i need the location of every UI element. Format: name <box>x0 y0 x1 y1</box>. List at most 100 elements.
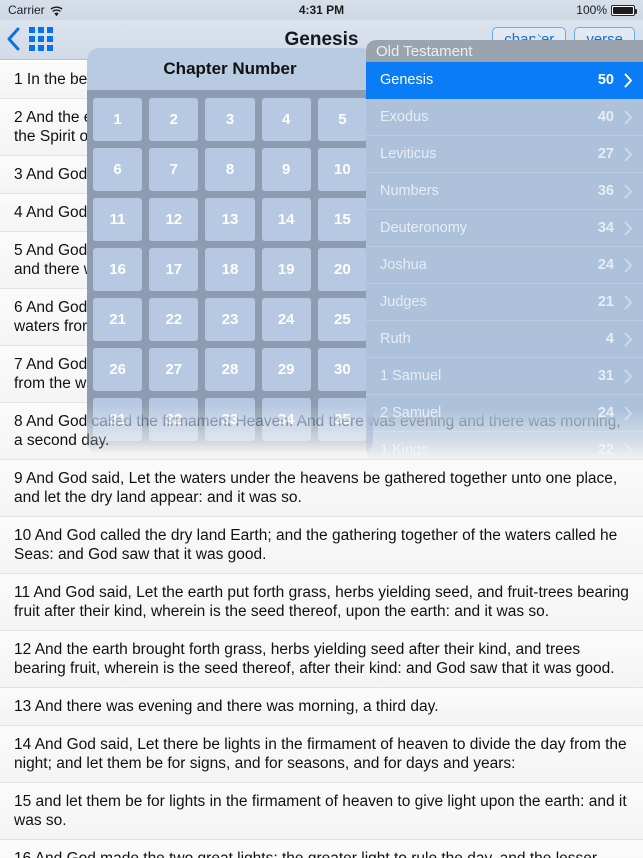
chapter-cell[interactable]: 32 <box>149 398 199 441</box>
book-name-label: Ruth <box>380 331 411 347</box>
book-name-label: 2 Samuel <box>380 405 442 421</box>
chapter-cell[interactable]: 23 <box>205 298 255 341</box>
book-row[interactable]: 1 Samuel 31 <box>366 358 643 395</box>
chapter-cell[interactable]: 7 <box>149 148 199 191</box>
book-row[interactable]: Joshua 24 <box>366 247 643 284</box>
book-chapter-count: 31 <box>597 368 614 384</box>
chapter-cell[interactable]: 19 <box>261 248 311 291</box>
book-row[interactable]: Ruth 4 <box>366 321 643 358</box>
chapter-cell[interactable]: 15 <box>317 198 367 241</box>
chevron-right-icon <box>624 147 633 162</box>
book-name-label: 1 Kings <box>380 442 429 458</box>
chevron-right-icon <box>624 443 633 458</box>
book-name-label: 1 Samuel <box>380 368 442 384</box>
chapter-cell[interactable]: 35 <box>317 398 367 441</box>
book-chapter-count: 4 <box>605 331 614 347</box>
chapter-cell[interactable]: 5 <box>317 98 367 141</box>
book-chapter-count: 24 <box>597 405 614 421</box>
chapter-cell[interactable]: 17 <box>149 248 199 291</box>
clock-label: 4:31 PM <box>298 3 345 17</box>
chapter-cell[interactable]: 22 <box>149 298 199 341</box>
chapter-cell[interactable]: 18 <box>205 248 255 291</box>
chapter-cell[interactable]: 26 <box>93 348 143 391</box>
book-name-label: Genesis <box>380 72 434 88</box>
chapter-cell[interactable]: 29 <box>261 348 311 391</box>
chapter-grid-container: 1 2 3 4 5 6 7 8 9 10 11 12 13 14 15 16 17 18 19 20 21 22 23 24 2… <box>87 90 373 454</box>
book-name-label: Judges <box>380 294 427 310</box>
battery-full-icon <box>611 4 637 16</box>
verse-row[interactable]: 14 And God said, Let there be lights in … <box>0 726 643 783</box>
chapter-cell[interactable]: 13 <box>205 198 255 241</box>
chevron-right-icon <box>624 295 633 310</box>
chapter-cell[interactable]: 10 <box>317 148 367 191</box>
book-list-popover[interactable]: Old Testament Genesis 50 Exodus 40 Leviticus… <box>366 40 643 460</box>
chapter-cell[interactable]: 2 <box>149 98 199 141</box>
book-chapter-count: 50 <box>597 72 614 88</box>
chevron-right-icon <box>624 406 633 421</box>
chapter-cell[interactable]: 16 <box>93 248 143 291</box>
battery-percent-label: 100% <box>576 3 607 17</box>
chevron-right-icon <box>624 221 633 236</box>
chevron-right-icon <box>624 73 633 88</box>
book-name-label: Numbers <box>380 183 439 199</box>
chapter-cell[interactable]: 33 <box>205 398 255 441</box>
verse-row[interactable]: 9 And God said, Let the waters under the… <box>0 460 643 517</box>
chapter-cell[interactable]: 24 <box>261 298 311 341</box>
chapter-cell[interactable]: 4 <box>261 98 311 141</box>
chapter-cell[interactable]: 8 <box>205 148 255 191</box>
chapter-cell[interactable]: 9 <box>261 148 311 191</box>
chapter-cell[interactable]: 3 <box>205 98 255 141</box>
app-screen: Carrier 4:31 PM 100% Genesis 1 In the 2 … <box>0 0 643 858</box>
book-chapter-count: 21 <box>597 294 614 310</box>
chapter-cell[interactable]: 11 <box>93 198 143 241</box>
chapter-grid[interactable]: 1 2 3 4 5 6 7 8 9 10 11 12 13 14 15 16 17 18 19 20 21 22 23 24 2… <box>93 98 367 441</box>
chapter-cell[interactable]: 28 <box>205 348 255 391</box>
book-name-label: Leviticus <box>380 146 437 162</box>
book-row[interactable]: Leviticus 27 <box>366 136 643 173</box>
verse-row[interactable]: 13 And there was evening and there was m… <box>0 688 643 726</box>
chapter-cell[interactable]: 27 <box>149 348 199 391</box>
book-row[interactable]: Numbers 36 <box>366 173 643 210</box>
verse-row[interactable]: 11 And God said, Let the earth put forth… <box>0 574 643 631</box>
verse-row[interactable]: 10 And God called the dry land Earth; an… <box>0 517 643 574</box>
chapter-cell[interactable]: 6 <box>93 148 143 191</box>
book-list-header: Old Testament <box>366 40 643 62</box>
book-chapter-count: 24 <box>597 257 614 273</box>
chapter-number-popover[interactable]: Chapter Number 1 2 3 4 5 6 7 8 9 10 11 12 13 14 15 16 17… <box>87 48 373 454</box>
chapter-cell[interactable]: 20 <box>317 248 367 291</box>
chapter-cell[interactable]: 12 <box>149 198 199 241</box>
book-chapter-count: 22 <box>597 442 614 458</box>
chapter-popover-title: Chapter Number <box>87 48 373 90</box>
book-row[interactable]: Deuteronomy 34 <box>366 210 643 247</box>
book-chapter-count: 40 <box>597 109 614 125</box>
book-chapter-count: 34 <box>597 220 614 236</box>
book-list[interactable]: Genesis 50 Exodus 40 Leviticus 27 Numbers 36 Deu… <box>366 62 643 460</box>
book-row[interactable]: Genesis 50 <box>366 62 643 99</box>
chapter-cell[interactable]: 1 <box>93 98 143 141</box>
chevron-right-icon <box>624 369 633 384</box>
chapter-cell[interactable]: 25 <box>317 298 367 341</box>
chevron-right-icon <box>624 332 633 347</box>
chapter-cell[interactable]: 31 <box>93 398 143 441</box>
book-chapter-count: 36 <box>597 183 614 199</box>
status-bar-right: 100% <box>576 3 637 17</box>
chapter-cell[interactable]: 34 <box>261 398 311 441</box>
book-row[interactable]: 2 Samuel 24 <box>366 395 643 432</box>
book-row[interactable]: 1 Kings 22 <box>366 432 643 460</box>
book-row[interactable]: Exodus 40 <box>366 99 643 136</box>
verse-row[interactable]: 16 And God made the two great lights; th… <box>0 840 643 858</box>
book-chapter-count: 27 <box>597 146 614 162</box>
verse-row[interactable]: 15 and let them be for lights in the fir… <box>0 783 643 840</box>
chapter-cell[interactable]: 30 <box>317 348 367 391</box>
verse-row[interactable]: 12 And the earth brought forth grass, he… <box>0 631 643 688</box>
chevron-right-icon <box>624 110 633 125</box>
book-row[interactable]: Judges 21 <box>366 284 643 321</box>
status-bar: Carrier 4:31 PM 100% <box>0 0 643 20</box>
book-name-label: Deuteronomy <box>380 220 468 236</box>
book-name-label: Exodus <box>380 109 429 125</box>
chapter-cell[interactable]: 21 <box>93 298 143 341</box>
chevron-right-icon <box>624 184 633 199</box>
book-name-label: Joshua <box>380 257 427 273</box>
chevron-right-icon <box>624 258 633 273</box>
chapter-cell[interactable]: 14 <box>261 198 311 241</box>
